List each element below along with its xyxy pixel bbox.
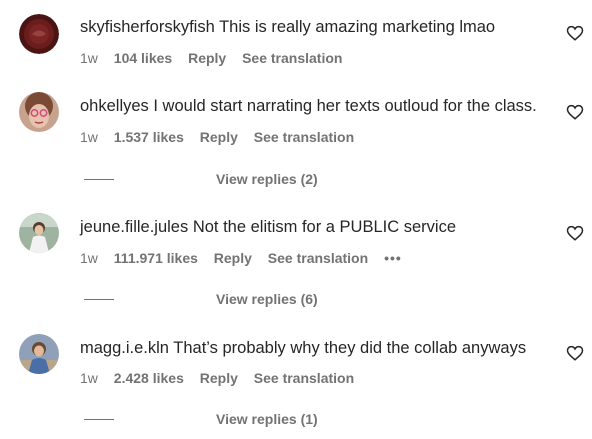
comment-meta: 1w 2.428 likes Reply See translation xyxy=(80,369,366,387)
replies-divider xyxy=(84,419,114,420)
more-options-icon[interactable]: ••• xyxy=(384,250,402,266)
username[interactable]: jeune.fille.jules xyxy=(80,218,188,236)
comment-text: Not the elitism for a PUBLIC service xyxy=(192,218,456,236)
comment-meta: 1w 104 likes Reply See translation xyxy=(80,49,354,67)
comment-text-line: ohkellyes I would start narrating her te… xyxy=(80,96,537,116)
comment-text: That’s probably why they did the collab … xyxy=(173,339,527,357)
avatar[interactable] xyxy=(19,213,59,253)
comment-meta: 1w 111.971 likes Reply See translation •… xyxy=(80,249,414,267)
see-translation-button[interactable]: See translation xyxy=(254,129,354,145)
comment-text-line: magg.i.e.kln That’s probably why they di… xyxy=(80,338,526,358)
avatar[interactable] xyxy=(19,334,59,374)
username[interactable]: magg.i.e.kln xyxy=(80,339,169,357)
comment-age: 1w xyxy=(80,50,98,66)
see-translation-button[interactable]: See translation xyxy=(254,370,354,386)
likes-count[interactable]: 111.971 likes xyxy=(114,250,198,266)
comment-text: I would start narrating her texts outlou… xyxy=(153,97,537,115)
see-translation-button[interactable]: See translation xyxy=(242,50,342,66)
replies-divider xyxy=(84,179,114,180)
comment-age: 1w xyxy=(80,250,98,266)
comment-text-line: jeune.fille.jules Not the elitism for a … xyxy=(80,217,456,237)
heart-icon[interactable] xyxy=(566,24,584,42)
reply-button[interactable]: Reply xyxy=(200,370,238,386)
username[interactable]: skyfisherforskyfish xyxy=(80,18,215,36)
heart-icon[interactable] xyxy=(566,224,584,242)
likes-count[interactable]: 1.537 likes xyxy=(114,129,184,145)
avatar[interactable] xyxy=(19,14,59,54)
heart-icon[interactable] xyxy=(566,344,584,362)
view-replies-button[interactable]: View replies (6) xyxy=(216,290,318,308)
see-translation-button[interactable]: See translation xyxy=(268,250,368,266)
view-replies-button[interactable]: View replies (1) xyxy=(216,410,318,428)
likes-count[interactable]: 2.428 likes xyxy=(114,370,184,386)
comment-age: 1w xyxy=(80,129,98,145)
replies-divider xyxy=(84,299,114,300)
heart-icon[interactable] xyxy=(566,103,584,121)
avatar[interactable] xyxy=(19,92,59,132)
comment-meta: 1w 1.537 likes Reply See translation xyxy=(80,128,366,146)
reply-button[interactable]: Reply xyxy=(200,129,238,145)
likes-count[interactable]: 104 likes xyxy=(114,50,172,66)
username[interactable]: ohkellyes xyxy=(80,97,149,115)
comment-age: 1w xyxy=(80,370,98,386)
view-replies-button[interactable]: View replies (2) xyxy=(216,170,318,188)
reply-button[interactable]: Reply xyxy=(214,250,252,266)
comment-text-line: skyfisherforskyfish This is really amazi… xyxy=(80,17,495,37)
reply-button[interactable]: Reply xyxy=(188,50,226,66)
comment-text: This is really amazing marketing lmao xyxy=(219,18,496,36)
